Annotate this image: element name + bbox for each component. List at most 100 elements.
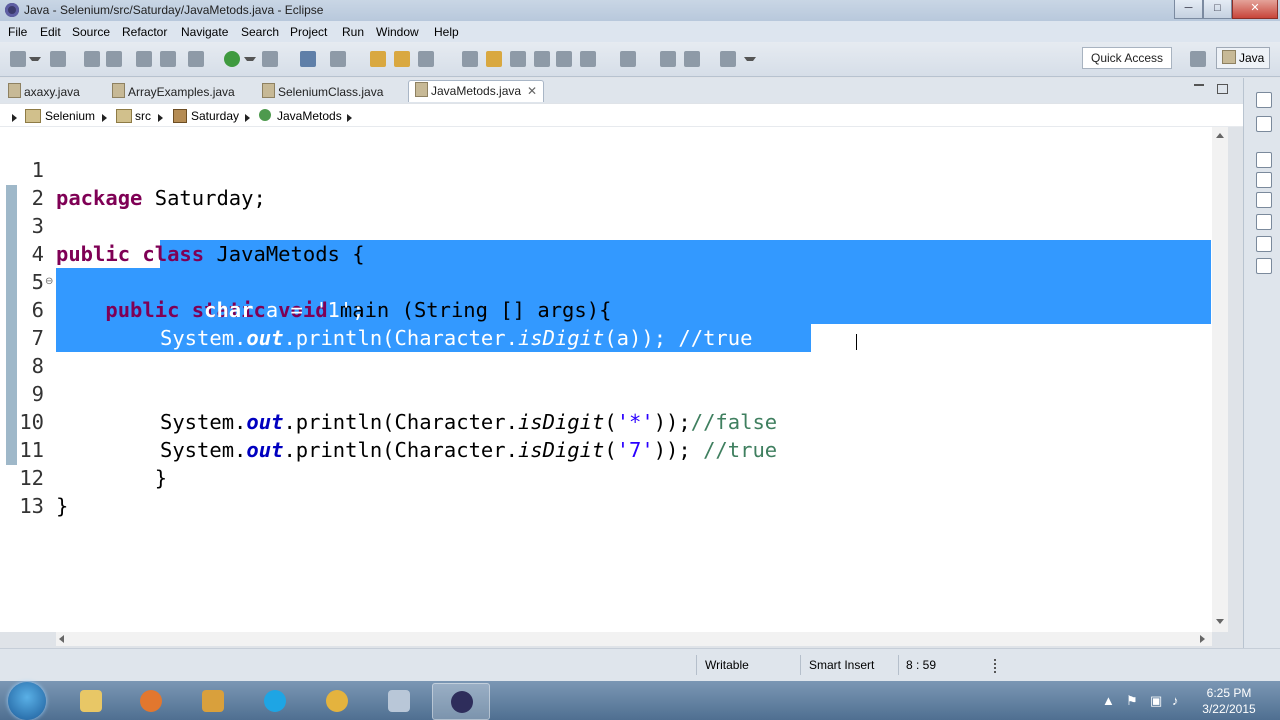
java-perspective-label: Java bbox=[1239, 51, 1265, 65]
scroll-down-icon[interactable] bbox=[1216, 619, 1224, 624]
maximize-icon[interactable] bbox=[1256, 116, 1272, 132]
tab-label: axaxy.java bbox=[24, 85, 80, 99]
next-annotation-icon[interactable] bbox=[556, 51, 572, 67]
chevron-right-icon[interactable] bbox=[245, 114, 250, 122]
taskbar-eclipse[interactable] bbox=[432, 683, 490, 720]
menu-refactor[interactable]: Refactor bbox=[122, 25, 167, 39]
chevron-right-icon[interactable] bbox=[347, 114, 352, 122]
taskbar-notepad[interactable] bbox=[370, 683, 426, 718]
menu-window[interactable]: Window bbox=[376, 25, 419, 39]
skip-breakpoints-icon[interactable] bbox=[160, 51, 176, 67]
tab-arrayexamples[interactable]: ArrayExamples.java bbox=[112, 82, 235, 103]
toggle-mark-icon[interactable] bbox=[462, 51, 478, 67]
taskbar-skype[interactable] bbox=[246, 683, 302, 718]
taskbar-clock[interactable]: 6:25 PM 3/22/2015 bbox=[1194, 685, 1264, 717]
breadcrumb-project[interactable]: Selenium bbox=[45, 109, 95, 123]
save-icon[interactable] bbox=[50, 51, 66, 67]
save-all-icon[interactable] bbox=[84, 51, 100, 67]
taskbar-app[interactable] bbox=[308, 683, 364, 718]
quick-access-input[interactable]: Quick Access bbox=[1082, 47, 1172, 69]
javadoc-icon[interactable] bbox=[1256, 236, 1272, 252]
back-icon[interactable] bbox=[660, 51, 676, 67]
console-icon[interactable] bbox=[1256, 258, 1272, 274]
java-file-icon bbox=[112, 83, 125, 98]
build-icon[interactable] bbox=[136, 51, 152, 67]
menu-help[interactable]: Help bbox=[434, 25, 459, 39]
annotation-icon[interactable] bbox=[486, 51, 502, 67]
breadcrumb-src[interactable]: src bbox=[135, 109, 151, 123]
debug-icon[interactable] bbox=[188, 51, 204, 67]
task-list-icon[interactable] bbox=[1256, 192, 1272, 208]
run-icon[interactable] bbox=[224, 51, 240, 67]
title-bar: Java - Selenium/src/Saturday/JavaMetods.… bbox=[0, 0, 1280, 21]
maximize-editor-icon[interactable] bbox=[1217, 84, 1228, 94]
chevron-right-icon[interactable] bbox=[158, 114, 163, 122]
new-java-project-icon[interactable] bbox=[300, 51, 316, 67]
action-center-icon[interactable]: ⚑ bbox=[1126, 693, 1138, 709]
start-button[interactable] bbox=[8, 682, 46, 720]
network-icon[interactable]: ▣ bbox=[1150, 693, 1162, 709]
maximize-button[interactable]: □ bbox=[1203, 0, 1232, 19]
close-button[interactable]: ✕ bbox=[1232, 0, 1278, 19]
volume-icon[interactable]: ♪ bbox=[1172, 693, 1179, 708]
restore-icon[interactable] bbox=[1256, 92, 1272, 108]
skype-icon bbox=[264, 690, 286, 712]
previous-annotation-icon[interactable] bbox=[580, 51, 596, 67]
pin-editor-icon[interactable] bbox=[720, 51, 736, 67]
taskbar-explorer[interactable] bbox=[62, 683, 118, 718]
show-whitespace-icon[interactable] bbox=[510, 51, 526, 67]
forward-icon[interactable] bbox=[684, 51, 700, 67]
tab-javametods[interactable]: JavaMetods.java ✕ bbox=[408, 80, 545, 102]
block-selection-icon[interactable] bbox=[534, 51, 550, 67]
close-tab-icon[interactable]: ✕ bbox=[527, 84, 537, 98]
chevron-right-icon[interactable] bbox=[102, 114, 107, 122]
last-edit-icon[interactable] bbox=[620, 51, 636, 67]
menu-bar: File Edit Source Refactor Navigate Searc… bbox=[0, 21, 1280, 42]
new-class-icon[interactable] bbox=[330, 51, 346, 67]
scroll-right-icon[interactable] bbox=[1200, 635, 1205, 643]
breadcrumb-class[interactable]: JavaMetods bbox=[277, 109, 342, 123]
status-writable: Writable bbox=[705, 658, 749, 672]
horizontal-scrollbar[interactable] bbox=[56, 632, 1212, 646]
menu-search[interactable]: Search bbox=[241, 25, 279, 39]
java-file-icon bbox=[415, 82, 428, 97]
taskbar-firefox[interactable] bbox=[122, 683, 178, 718]
open-perspective-icon[interactable] bbox=[1190, 51, 1206, 67]
search-icon[interactable] bbox=[418, 51, 434, 67]
chevron-down-icon[interactable] bbox=[29, 57, 41, 65]
chevron-down-icon[interactable] bbox=[744, 57, 756, 65]
problems-icon[interactable] bbox=[1256, 214, 1272, 230]
outline-icon[interactable] bbox=[1256, 172, 1272, 188]
code-line: 12 } bbox=[0, 436, 1212, 518]
external-tools-icon[interactable] bbox=[262, 51, 278, 67]
chevron-right-icon[interactable] bbox=[12, 114, 17, 122]
menu-project[interactable]: Project bbox=[290, 25, 327, 39]
clock-date: 3/22/2015 bbox=[1202, 702, 1256, 716]
restore-icon[interactable] bbox=[1256, 152, 1272, 168]
menu-edit[interactable]: Edit bbox=[40, 25, 61, 39]
taskbar-media[interactable] bbox=[184, 683, 240, 718]
open-task-icon[interactable] bbox=[394, 51, 410, 67]
open-type-icon[interactable] bbox=[370, 51, 386, 67]
new-icon[interactable] bbox=[10, 51, 26, 67]
chevron-down-icon[interactable] bbox=[244, 57, 256, 65]
tab-axaxy[interactable]: axaxy.java bbox=[8, 82, 80, 103]
code-line: 7 System.out.println(Character.isDigit('… bbox=[0, 296, 1212, 378]
scroll-up-icon[interactable] bbox=[1216, 133, 1224, 138]
menu-file[interactable]: File bbox=[8, 25, 27, 39]
vertical-scrollbar[interactable] bbox=[1212, 127, 1228, 632]
menu-run[interactable]: Run bbox=[342, 25, 364, 39]
clock-time: 6:25 PM bbox=[1206, 686, 1252, 700]
breadcrumb-package[interactable]: Saturday bbox=[191, 109, 239, 123]
menu-navigate[interactable]: Navigate bbox=[181, 25, 228, 39]
code-editor[interactable]: 1 package Saturday; 2 3 public class Jav… bbox=[0, 127, 1212, 632]
minimize-button[interactable]: ─ bbox=[1174, 0, 1203, 19]
menu-source[interactable]: Source bbox=[72, 25, 110, 39]
scroll-left-icon[interactable] bbox=[59, 635, 64, 643]
minimize-editor-icon[interactable] bbox=[1194, 84, 1204, 86]
tab-seleniumclass[interactable]: SeleniumClass.java bbox=[262, 82, 383, 103]
status-grip-icon[interactable] bbox=[994, 659, 998, 673]
java-perspective-button[interactable]: Java bbox=[1216, 47, 1270, 69]
print-icon[interactable] bbox=[106, 51, 122, 67]
tray-expand-icon[interactable]: ▲ bbox=[1102, 693, 1115, 708]
